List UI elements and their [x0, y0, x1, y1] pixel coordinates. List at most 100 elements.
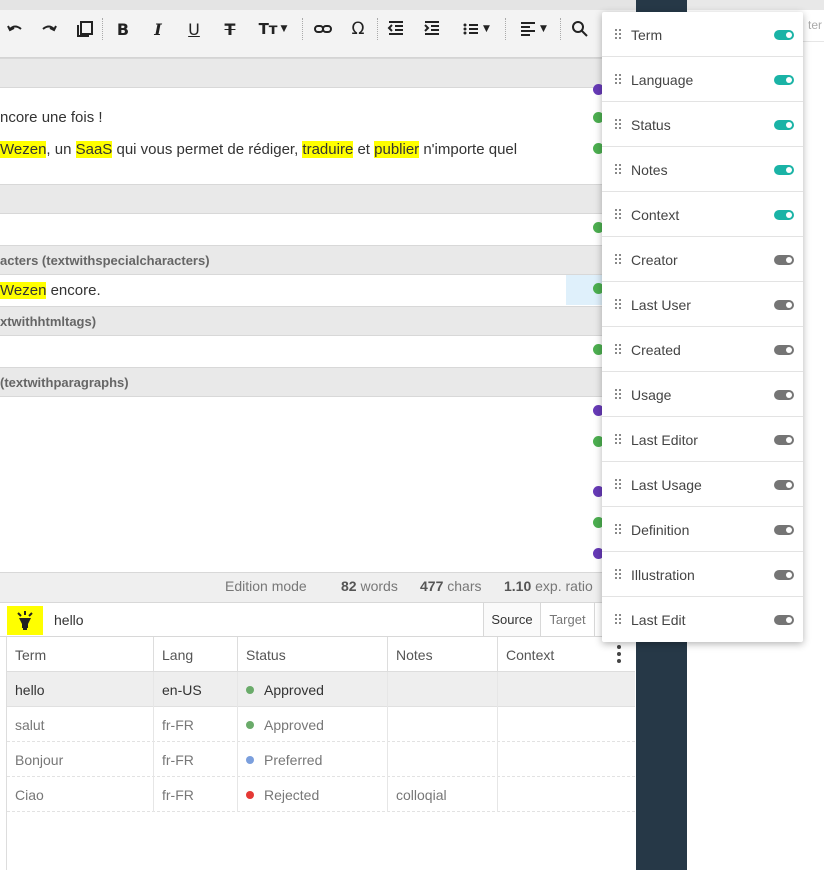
glossary-search-input[interactable]	[48, 607, 478, 633]
undo-button[interactable]	[4, 15, 26, 43]
bold-icon: B	[116, 19, 130, 39]
suggestions-toggle-button[interactable]	[7, 606, 43, 635]
notes-cell: colloqial	[388, 777, 498, 812]
column-header-context[interactable]: Context	[498, 637, 635, 672]
align-button[interactable]: ▼	[514, 15, 552, 43]
column-menu-item[interactable]: Creator	[602, 237, 803, 282]
bold-button[interactable]: B	[112, 15, 134, 43]
drag-handle-icon[interactable]	[615, 389, 621, 399]
drag-handle-icon[interactable]	[615, 209, 621, 219]
drag-handle-icon[interactable]	[615, 479, 621, 489]
column-visibility-toggle[interactable]	[774, 345, 794, 355]
section-header-paragraphs: (textwithparagraphs)	[0, 367, 636, 397]
column-menu-item[interactable]: Context	[602, 192, 803, 237]
column-menu-item[interactable]: Created	[602, 327, 803, 372]
column-header-status[interactable]: Status	[238, 637, 388, 672]
column-visibility-toggle[interactable]	[774, 120, 794, 130]
editor-line[interactable]: ncore une fois !	[0, 109, 103, 126]
italic-button[interactable]: I	[147, 15, 169, 43]
text-run: qui vous permet de rédiger,	[112, 141, 303, 158]
column-visibility-toggle[interactable]	[774, 255, 794, 265]
search-button[interactable]	[569, 15, 591, 43]
outdent-icon	[387, 21, 403, 35]
highlight-term[interactable]: Wezen	[0, 282, 47, 299]
strikethrough-button[interactable]: T	[219, 15, 241, 43]
text-run: et	[353, 141, 375, 158]
column-menu-item[interactable]: Term	[602, 12, 803, 57]
column-menu-label: Context	[631, 206, 680, 223]
bullet-list-icon	[463, 23, 479, 35]
drag-handle-icon[interactable]	[615, 524, 621, 534]
column-header-term[interactable]: Term	[7, 637, 154, 672]
drag-handle-icon[interactable]	[615, 344, 621, 354]
column-menu-item[interactable]: Usage	[602, 372, 803, 417]
indent-button[interactable]	[421, 15, 443, 43]
source-filter-button[interactable]: Source	[483, 603, 540, 636]
drag-handle-icon[interactable]	[615, 29, 621, 39]
column-header-lang[interactable]: Lang	[154, 637, 238, 672]
editor-line[interactable]: Wezen, un SaaS qui vous permet de rédige…	[0, 141, 517, 158]
edition-mode-label: Edition mode	[225, 578, 307, 594]
column-menu-item[interactable]: Last Usage	[602, 462, 803, 507]
column-header-notes[interactable]: Notes	[388, 637, 498, 672]
column-visibility-toggle[interactable]	[774, 75, 794, 85]
column-menu-item[interactable]: Last Editor	[602, 417, 803, 462]
column-menu-label: Creator	[631, 251, 678, 268]
column-visibility-toggle[interactable]	[774, 300, 794, 310]
column-menu-item[interactable]: Last User	[602, 282, 803, 327]
table-row[interactable]: Bonjour fr-FR Preferred	[7, 742, 635, 777]
highlight-term[interactable]: Wezen	[0, 141, 47, 158]
column-visibility-toggle[interactable]	[774, 570, 794, 580]
drag-handle-icon[interactable]	[615, 119, 621, 129]
section-header-special-characters: acters (textwithspecialcharacters)	[0, 245, 636, 275]
column-visibility-toggle[interactable]	[774, 30, 794, 40]
drag-handle-icon[interactable]	[615, 299, 621, 309]
column-menu-item[interactable]: Notes	[602, 147, 803, 192]
drag-handle-icon[interactable]	[615, 74, 621, 84]
redo-button[interactable]	[38, 15, 60, 43]
column-menu-item[interactable]: Last Edit	[602, 597, 803, 642]
char-count: 477 chars	[420, 578, 481, 594]
drag-handle-icon[interactable]	[615, 254, 621, 264]
context-cell	[498, 742, 635, 777]
font-size-button[interactable]: Tт ▼	[253, 15, 293, 43]
column-visibility-toggle[interactable]	[774, 210, 794, 220]
table-row[interactable]: salut fr-FR Approved	[7, 707, 635, 742]
special-char-button[interactable]: Ω	[347, 15, 369, 43]
column-menu-item[interactable]: Status	[602, 102, 803, 147]
highlight-term[interactable]: SaaS	[75, 141, 113, 158]
column-menu-item[interactable]: Definition	[602, 507, 803, 552]
drag-handle-icon[interactable]	[615, 434, 621, 444]
highlight-term[interactable]: publier	[374, 141, 420, 158]
column-visibility-menu: Term Language Status Notes Context Creator Las…	[602, 12, 803, 642]
column-visibility-toggle[interactable]	[774, 525, 794, 535]
toolbar-separator	[302, 18, 303, 40]
table-row[interactable]: hello en-US Approved	[7, 672, 635, 707]
drag-handle-icon[interactable]	[615, 614, 621, 624]
column-menu-icon[interactable]	[617, 645, 621, 663]
copy-format-button[interactable]	[74, 15, 96, 43]
chevron-down-icon: ▼	[280, 24, 288, 34]
column-visibility-toggle[interactable]	[774, 615, 794, 625]
expansion-ratio: 1.10 exp. ratio	[504, 578, 593, 594]
outdent-button[interactable]	[385, 15, 407, 43]
table-row[interactable]: Ciao fr-FR Rejected colloqial	[7, 777, 635, 812]
column-menu-item[interactable]: Illustration	[602, 552, 803, 597]
highlight-term[interactable]: traduire	[302, 141, 354, 158]
status-dot	[246, 685, 254, 694]
list-button[interactable]: ▼	[457, 15, 495, 43]
status-text: Approved	[264, 681, 324, 698]
column-visibility-toggle[interactable]	[774, 165, 794, 175]
underline-button[interactable]: U	[183, 15, 205, 43]
target-filter-button[interactable]: Target	[540, 603, 594, 636]
link-button[interactable]	[312, 15, 334, 43]
column-visibility-toggle[interactable]	[774, 480, 794, 490]
column-menu-label: Usage	[631, 386, 672, 403]
drag-handle-icon[interactable]	[615, 164, 621, 174]
editor-line[interactable]: Wezen encore.	[0, 282, 101, 299]
drag-handle-icon[interactable]	[615, 569, 621, 579]
column-menu-item[interactable]: Language	[602, 57, 803, 102]
column-visibility-toggle[interactable]	[774, 390, 794, 400]
word-count: 82 words	[341, 578, 398, 594]
column-visibility-toggle[interactable]	[774, 435, 794, 445]
